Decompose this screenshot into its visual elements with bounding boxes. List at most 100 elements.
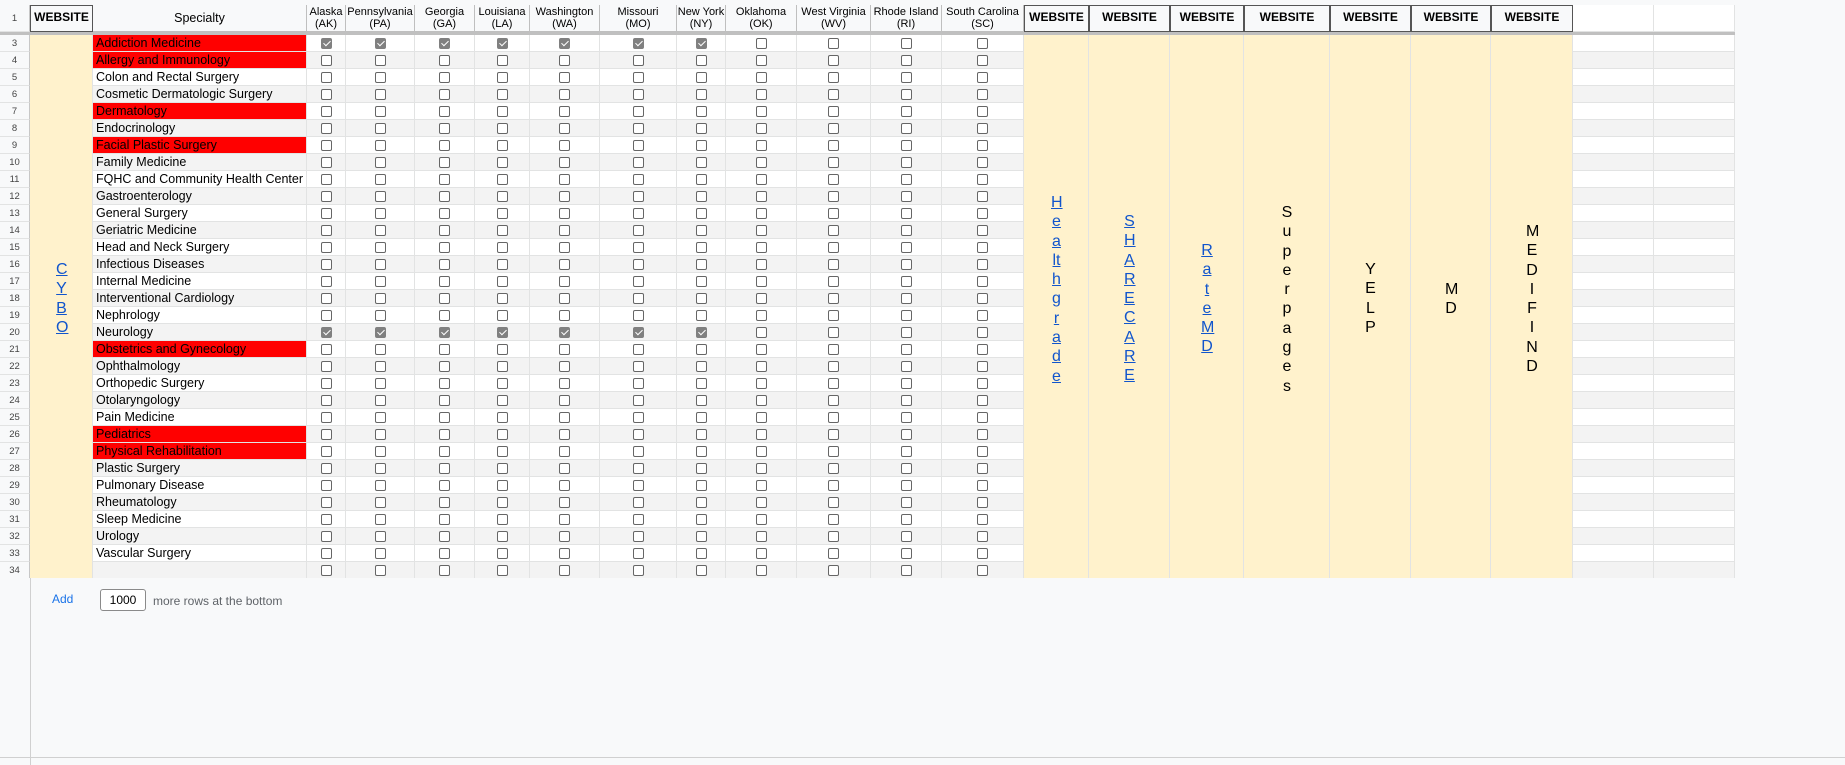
checkbox-unchecked[interactable] [977, 259, 988, 270]
checkbox-unchecked[interactable] [756, 157, 767, 168]
checkbox-unchecked[interactable] [559, 395, 570, 406]
checkbox-unchecked[interactable] [375, 429, 386, 440]
empty-cell[interactable] [1573, 35, 1654, 52]
checkbox-unchecked[interactable] [439, 497, 450, 508]
specialty-cell[interactable]: Urology [93, 528, 307, 545]
checkbox-unchecked[interactable] [901, 208, 912, 219]
specialty-cell[interactable]: Endocrinology [93, 120, 307, 137]
checkbox-unchecked[interactable] [633, 157, 644, 168]
checkbox-unchecked[interactable] [977, 242, 988, 253]
checkbox-checked[interactable] [321, 327, 332, 338]
checkbox-unchecked[interactable] [696, 293, 707, 304]
checkbox-unchecked[interactable] [756, 242, 767, 253]
checkbox-unchecked[interactable] [901, 548, 912, 559]
specialty-cell[interactable]: Nephrology [93, 307, 307, 324]
empty-cell[interactable] [1573, 205, 1654, 222]
checkbox-unchecked[interactable] [559, 429, 570, 440]
checkbox-unchecked[interactable] [375, 89, 386, 100]
empty-cell[interactable] [1654, 86, 1735, 103]
checkbox-unchecked[interactable] [696, 174, 707, 185]
checkbox-checked[interactable] [633, 327, 644, 338]
checkbox-unchecked[interactable] [977, 123, 988, 134]
checkbox-unchecked[interactable] [977, 395, 988, 406]
checkbox-unchecked[interactable] [756, 140, 767, 151]
checkbox-unchecked[interactable] [696, 378, 707, 389]
checkbox-unchecked[interactable] [321, 446, 332, 457]
checkbox-unchecked[interactable] [321, 157, 332, 168]
empty-cell[interactable] [1573, 137, 1654, 154]
specialty-cell[interactable]: Infectious Diseases [93, 256, 307, 273]
checkbox-unchecked[interactable] [497, 565, 508, 576]
specialty-cell[interactable]: Internal Medicine [93, 273, 307, 290]
checkbox-unchecked[interactable] [977, 378, 988, 389]
checkbox-unchecked[interactable] [901, 157, 912, 168]
checkbox-unchecked[interactable] [321, 429, 332, 440]
checkbox-unchecked[interactable] [828, 327, 839, 338]
add-rows-button[interactable]: Add [52, 592, 73, 606]
checkbox-unchecked[interactable] [375, 191, 386, 202]
checkbox-checked[interactable] [696, 38, 707, 49]
empty-cell[interactable] [1573, 120, 1654, 137]
checkbox-unchecked[interactable] [756, 327, 767, 338]
checkbox-unchecked[interactable] [977, 480, 988, 491]
checkbox-unchecked[interactable] [756, 55, 767, 66]
checkbox-unchecked[interactable] [696, 225, 707, 236]
website-name[interactable]: Healthgrade [1024, 193, 1088, 386]
checkbox-unchecked[interactable] [901, 327, 912, 338]
checkbox-unchecked[interactable] [901, 310, 912, 321]
checkbox-unchecked[interactable] [828, 123, 839, 134]
checkbox-unchecked[interactable] [633, 123, 644, 134]
checkbox-unchecked[interactable] [497, 259, 508, 270]
checkbox-unchecked[interactable] [559, 293, 570, 304]
specialty-cell[interactable]: Head and Neck Surgery [93, 239, 307, 256]
checkbox-unchecked[interactable] [756, 378, 767, 389]
checkbox-unchecked[interactable] [321, 174, 332, 185]
checkbox-unchecked[interactable] [497, 174, 508, 185]
checkbox-unchecked[interactable] [321, 361, 332, 372]
checkbox-unchecked[interactable] [756, 106, 767, 117]
checkbox-unchecked[interactable] [633, 548, 644, 559]
checkbox-unchecked[interactable] [977, 157, 988, 168]
specialty-cell[interactable]: Obstetrics and Gynecology [93, 341, 307, 358]
checkbox-unchecked[interactable] [977, 276, 988, 287]
website-cell[interactable]: MEDIFIND [1491, 35, 1573, 579]
checkbox-unchecked[interactable] [633, 174, 644, 185]
checkbox-unchecked[interactable] [375, 497, 386, 508]
checkbox-unchecked[interactable] [756, 463, 767, 474]
specialty-cell[interactable]: Colon and Rectal Surgery [93, 69, 307, 86]
checkbox-unchecked[interactable] [321, 242, 332, 253]
checkbox-unchecked[interactable] [439, 259, 450, 270]
website-cell-cybo[interactable]: CYBO [30, 35, 93, 579]
checkbox-unchecked[interactable] [756, 259, 767, 270]
checkbox-unchecked[interactable] [439, 378, 450, 389]
checkbox-unchecked[interactable] [439, 242, 450, 253]
empty-header-cell[interactable] [1654, 5, 1735, 32]
checkbox-unchecked[interactable] [497, 344, 508, 355]
checkbox-unchecked[interactable] [901, 395, 912, 406]
checkbox-unchecked[interactable] [696, 531, 707, 542]
checkbox-unchecked[interactable] [828, 378, 839, 389]
empty-cell[interactable] [1654, 154, 1735, 171]
checkbox-unchecked[interactable] [439, 106, 450, 117]
checkbox-unchecked[interactable] [756, 293, 767, 304]
checkbox-unchecked[interactable] [321, 480, 332, 491]
empty-cell[interactable] [1654, 375, 1735, 392]
checkbox-unchecked[interactable] [977, 140, 988, 151]
website-cell[interactable]: Superpages [1244, 35, 1330, 579]
column-header-state[interactable]: South Carolina (SC) [942, 5, 1024, 32]
checkbox-unchecked[interactable] [375, 361, 386, 372]
checkbox-unchecked[interactable] [696, 463, 707, 474]
checkbox-unchecked[interactable] [559, 89, 570, 100]
checkbox-unchecked[interactable] [375, 123, 386, 134]
checkbox-unchecked[interactable] [439, 191, 450, 202]
checkbox-unchecked[interactable] [977, 429, 988, 440]
checkbox-unchecked[interactable] [828, 497, 839, 508]
checkbox-unchecked[interactable] [559, 276, 570, 287]
checkbox-unchecked[interactable] [633, 497, 644, 508]
checkbox-unchecked[interactable] [375, 565, 386, 576]
specialty-cell[interactable]: Sleep Medicine [93, 511, 307, 528]
checkbox-unchecked[interactable] [696, 429, 707, 440]
checkbox-checked[interactable] [321, 38, 332, 49]
checkbox-unchecked[interactable] [439, 531, 450, 542]
checkbox-unchecked[interactable] [321, 55, 332, 66]
